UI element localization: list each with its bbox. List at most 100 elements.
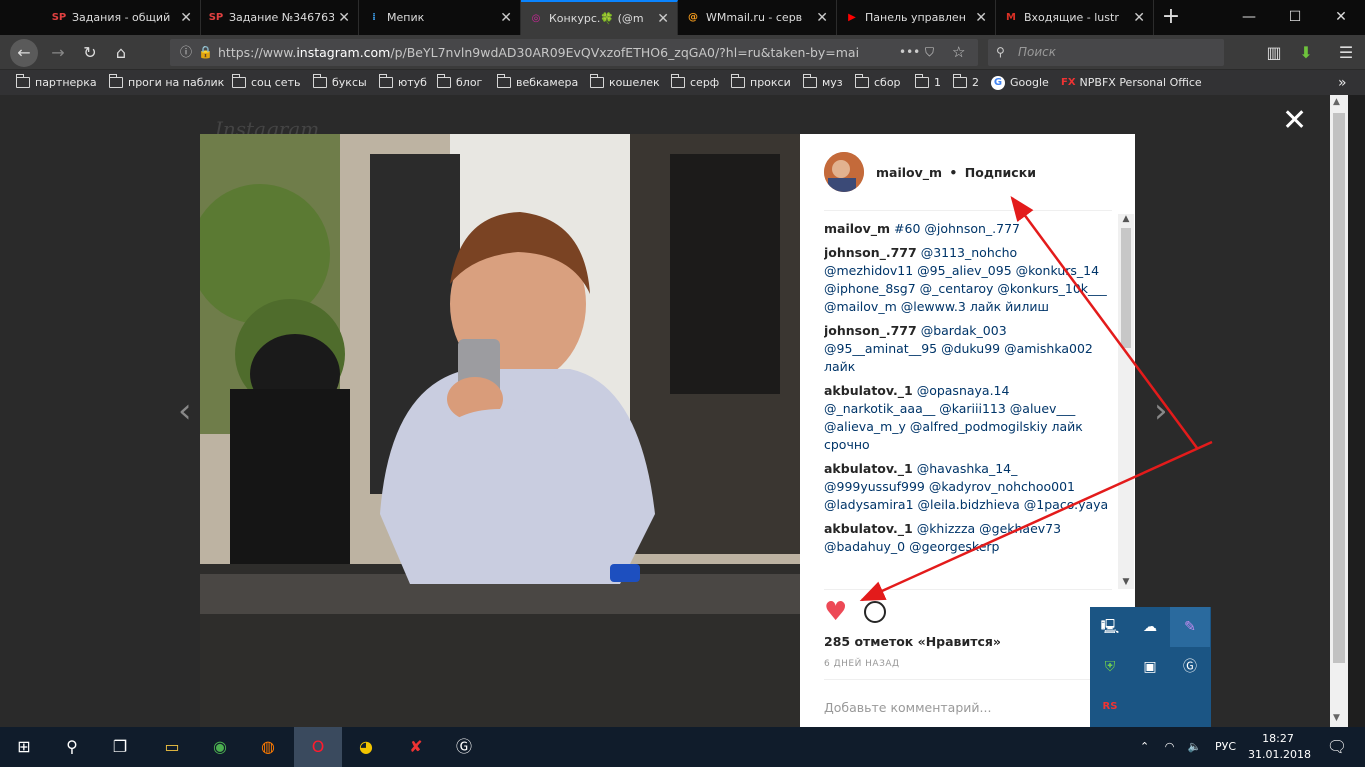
tab-youtube-panel[interactable]: ▶ Панель управлен ✕ [837,0,996,35]
scroll-up-icon[interactable]: ▲ [1333,97,1340,107]
tab-wmmail[interactable]: @ WMmail.ru - серв ✕ [678,0,837,35]
minimize-button[interactable]: — [1226,0,1272,35]
tab-mepik[interactable]: ⁞ Мепик ✕ [359,0,521,35]
tab-close-icon[interactable]: ✕ [816,10,828,26]
bookmark-star-icon[interactable]: ☆ [952,39,966,66]
comment-bubble-icon[interactable] [864,601,886,623]
bookmark-label: прокси [750,76,791,89]
bookmark-folder[interactable]: муз [802,74,843,91]
tab-zadanie[interactable]: SP Задание №346763 ✕ [201,0,359,35]
comment-username[interactable]: johnson_.777 [824,323,917,338]
tab-close-icon[interactable]: ✕ [180,10,192,26]
x-app-icon[interactable]: ✘ [392,727,440,767]
close-modal-icon[interactable]: ✕ [1282,103,1307,138]
page-scrollbar[interactable]: ▲ ▼ [1330,95,1348,727]
menu-icon[interactable]: ☰ [1332,39,1360,67]
close-window-button[interactable]: ✕ [1318,0,1364,35]
bookmark-folder[interactable]: кошелек [589,74,660,91]
onedrive-icon[interactable]: ☁ [1130,607,1170,647]
url-path: /p/BeYL7nvln9wdAD30AR09EvQVxzofETHO6_zqG… [390,45,860,60]
bookmark-folder[interactable]: прокси [730,74,791,91]
bookmark-folder[interactable]: вебкамера [496,74,578,91]
g-app-icon[interactable]: Ⓖ [1170,647,1210,687]
bookmark-folder[interactable]: партнерка [15,74,97,91]
forward-button[interactable]: → [44,39,72,67]
monitor-icon[interactable]: 🖳 [1090,607,1130,647]
gmail-favicon-icon: M [1006,12,1016,23]
bookmark-folder[interactable]: 1 [914,74,941,91]
clock[interactable]: 18:27 31.01.2018 [1248,731,1311,763]
tab-close-icon[interactable]: ✕ [975,10,987,26]
start-windows-icon[interactable]: ⊞ [0,727,48,767]
search-icon[interactable]: ⚲ [48,727,96,767]
avatar[interactable] [824,152,864,192]
bookmark-folder[interactable]: соц сеть [231,74,300,91]
opera-icon[interactable]: O [294,727,342,767]
bookmark-folder[interactable]: буксы [312,74,367,91]
chrome-icon[interactable]: ◉ [196,727,244,767]
page-scroll-thumb[interactable] [1333,113,1345,663]
add-comment-input[interactable]: Добавьте комментарий... [824,700,991,715]
comment-username[interactable]: akbulatov._1 [824,521,913,536]
bookmark-folder[interactable]: 2 [952,74,979,91]
reload-button[interactable]: ↻ [76,39,104,67]
tab-zadaniya[interactable]: SP Задания - общий ✕ [44,0,201,35]
next-post-icon[interactable]: › [1154,391,1168,431]
volume-icon[interactable]: 🔈 [1188,740,1202,753]
mepik-favicon-icon: ⁞ [372,12,376,23]
comment-username[interactable]: johnson_.777 [824,245,917,260]
likes-count[interactable]: 285 отметок «Нравится» [824,634,1001,649]
defender-shield-icon[interactable]: ⛨ [1090,647,1130,687]
tab-close-icon[interactable]: ✕ [338,10,350,26]
comment-username[interactable]: mailov_m [824,221,890,236]
new-tab-button[interactable]: + [1158,4,1184,30]
scroll-down-icon[interactable]: ▼ [1333,713,1340,723]
tab-gmail[interactable]: M Входящие - lustr ✕ [996,0,1154,35]
pocket-icon[interactable]: ⛉ [925,39,935,66]
comment-username[interactable]: akbulatov._1 [824,383,913,398]
bookmark-folder[interactable]: проги на паблик [108,74,224,91]
tab-close-icon[interactable]: ✕ [1133,10,1145,26]
bookmark-folder[interactable]: ютуб [378,74,427,91]
file-explorer-icon[interactable]: ▭ [148,727,196,767]
feather-icon[interactable]: ✎ [1170,607,1210,647]
maximize-button[interactable]: ☐ [1272,0,1318,35]
g-app-icon[interactable]: Ⓖ [440,727,488,767]
notifications-icon[interactable]: 🗨 [1313,727,1361,767]
firefox-icon[interactable]: ◍ [244,727,292,767]
bookmarks-overflow-icon[interactable]: » [1338,74,1347,91]
wifi-icon[interactable]: ◠ [1165,740,1175,753]
post-username[interactable]: mailov_m [876,165,942,180]
url-bar[interactable]: ⓘ 🔒 https://www.instagram.com/p/BeYL7nvl… [170,39,978,66]
download-icon[interactable]: ⬇ [1292,39,1320,67]
follow-button[interactable]: Подписки [965,165,1036,180]
tray-expand-icon[interactable]: ⌃ [1140,740,1149,753]
bookmark-folder[interactable]: серф [670,74,719,91]
home-button[interactable]: ⌂ [107,39,135,67]
scroll-up-icon[interactable]: ▲ [1118,214,1134,226]
bookmark-npbfx[interactable]: FX NPBFX Personal Office [1061,74,1202,91]
bookmark-folder[interactable]: блог [436,74,482,91]
like-heart-icon[interactable]: ♥ [824,599,847,625]
comments-scrollbar[interactable]: ▲ ▼ [1118,214,1134,589]
tab-close-icon[interactable]: ✕ [500,10,512,26]
scroll-down-icon[interactable]: ▼ [1118,577,1134,589]
language-indicator[interactable]: РУС [1215,740,1236,753]
page-actions-icon[interactable]: ••• [895,39,925,66]
network-adapter-icon[interactable]: ▣ [1130,647,1170,687]
tab-close-icon[interactable]: ✕ [657,11,669,27]
tray-overflow-popup: 🖳 ☁ ✎ ⛨ ▣ Ⓖ RS [1090,607,1211,727]
info-icon[interactable]: ⓘ [180,39,192,66]
bookmark-google[interactable]: G Google [991,74,1049,91]
prev-post-icon[interactable]: ‹ [178,391,192,431]
rs-app-icon[interactable]: RS [1090,687,1130,727]
search-field[interactable]: ⚲ Поиск [988,39,1224,66]
sidebar-icon[interactable]: ▥ [1260,39,1288,67]
task-view-icon[interactable]: ❐ [96,727,144,767]
comment-username[interactable]: akbulatov._1 [824,461,913,476]
app-icon[interactable]: ◕ [342,727,390,767]
scroll-thumb[interactable] [1121,228,1131,348]
back-button[interactable]: ← [10,39,38,67]
tab-instagram-konkurs[interactable]: ◎ Конкурс.🍀 (@m ✕ [521,0,678,35]
bookmark-folder[interactable]: сбор [854,74,901,91]
